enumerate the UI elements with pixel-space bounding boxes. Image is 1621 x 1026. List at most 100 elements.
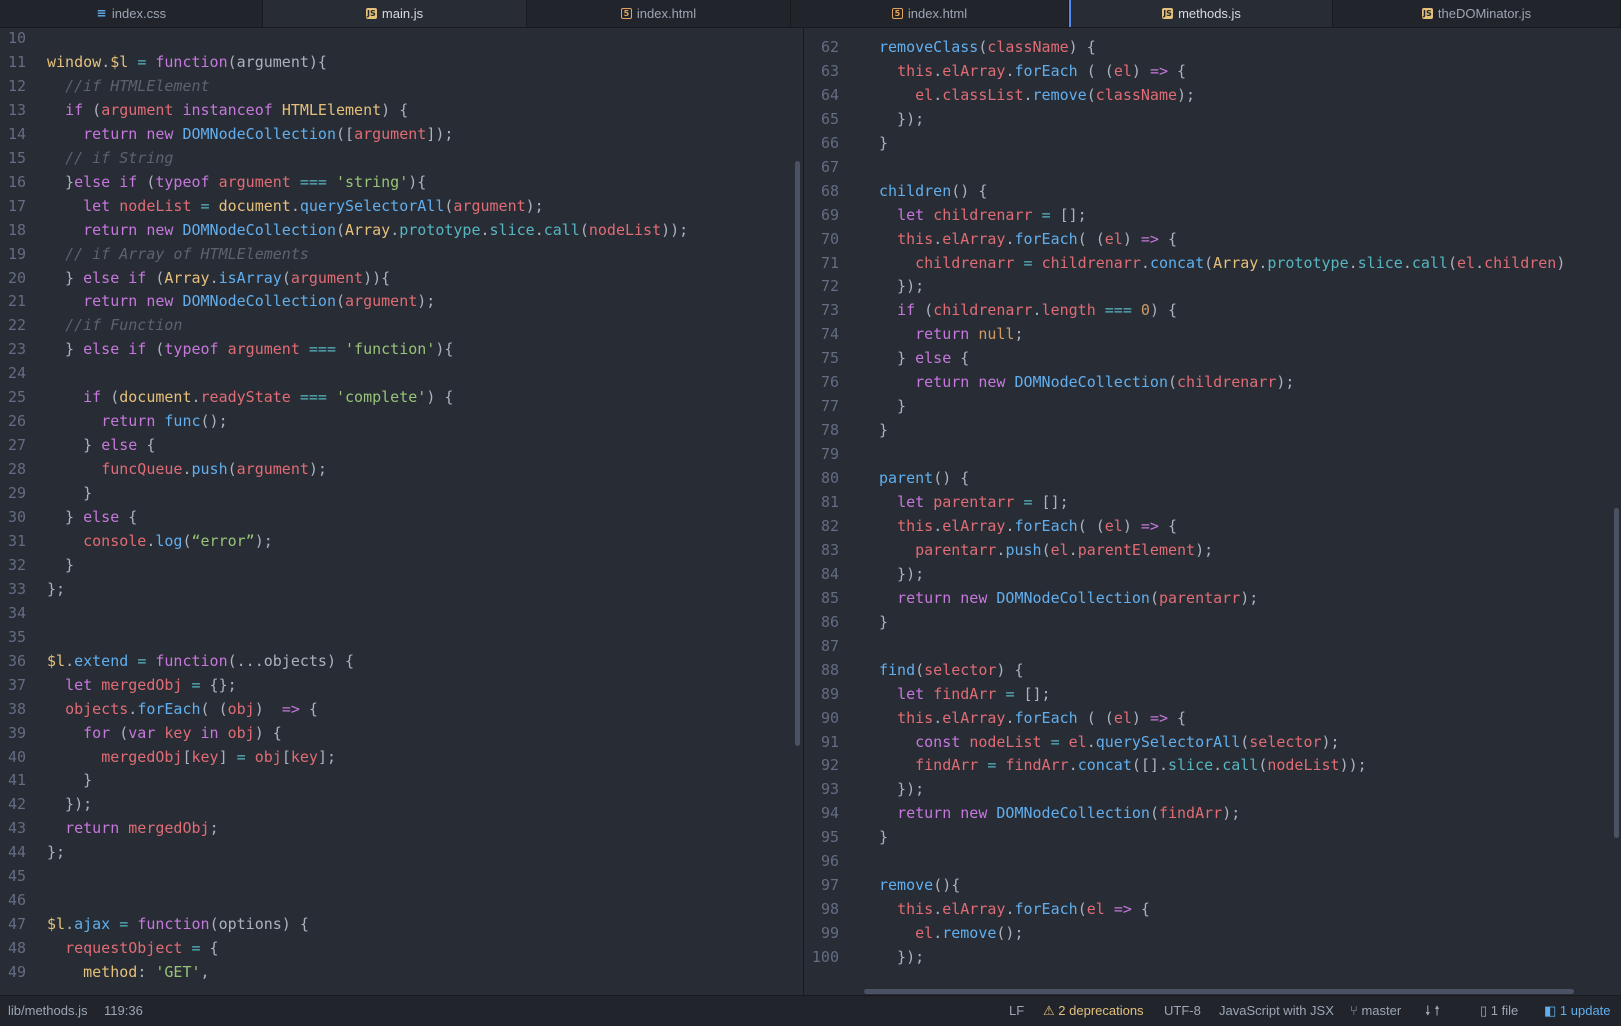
code-line[interactable]: 12 //if HTMLElement bbox=[0, 74, 210, 98]
code-line[interactable]: 49 method: 'GET', bbox=[0, 960, 210, 984]
vertical-scrollbar[interactable] bbox=[1614, 508, 1619, 838]
code-line[interactable]: 72 }); bbox=[804, 274, 924, 298]
code-line[interactable]: 62 removeClass(className) { bbox=[804, 35, 1096, 59]
code-line[interactable]: 30 } else { bbox=[0, 505, 137, 529]
code-line[interactable]: 100 }); bbox=[804, 945, 924, 969]
code-line[interactable]: 85 return new DOMNodeCollection(parentar… bbox=[804, 586, 1258, 610]
code-line[interactable]: 83 parentarr.push(el.parentElement); bbox=[804, 538, 1213, 562]
code-line[interactable]: 65 }); bbox=[804, 107, 924, 131]
code-line[interactable]: 84 }); bbox=[804, 562, 924, 586]
code-line[interactable]: 33}; bbox=[0, 577, 65, 601]
code-line[interactable]: 26 return func(); bbox=[0, 409, 228, 433]
fetch-controls[interactable]: 🠗 🠕 bbox=[1425, 996, 1440, 1026]
line-ending[interactable]: LF bbox=[1009, 996, 1024, 1026]
code-line[interactable]: 17 let nodeList = document.querySelector… bbox=[0, 194, 544, 218]
code-line[interactable]: 22 //if Function bbox=[0, 313, 183, 337]
code-line[interactable]: 46 bbox=[0, 888, 47, 912]
code-line[interactable]: 32 } bbox=[0, 553, 74, 577]
horizontal-scrollbar[interactable] bbox=[864, 989, 1574, 994]
changed-files[interactable]: ▯ 1 file bbox=[1480, 996, 1518, 1026]
code-line[interactable]: 75 } else { bbox=[804, 346, 969, 370]
code-line[interactable]: 38 objects.forEach( (obj) => { bbox=[0, 697, 318, 721]
code-line[interactable]: 42 }); bbox=[0, 792, 92, 816]
code-line[interactable]: 74 return null; bbox=[804, 322, 1024, 346]
code-line[interactable]: 45 bbox=[0, 864, 47, 888]
git-branch[interactable]: ⑂ master bbox=[1350, 996, 1401, 1026]
code-line[interactable]: 37 let mergedObj = {}; bbox=[0, 673, 237, 697]
grammar[interactable]: JavaScript with JSX bbox=[1219, 996, 1334, 1026]
code-line[interactable]: 36 $l.extend = function(...objects) { bbox=[0, 649, 354, 673]
code-line[interactable]: 91 const nodeList = el.querySelectorAll(… bbox=[804, 730, 1340, 754]
code-line[interactable]: 93 }); bbox=[804, 777, 924, 801]
code-line[interactable]: 96 bbox=[804, 849, 879, 873]
vertical-scrollbar[interactable] bbox=[795, 161, 800, 746]
code-line[interactable]: 19 // if Array of HTMLElements bbox=[0, 242, 309, 266]
code-line[interactable]: 66} bbox=[804, 131, 888, 155]
code-line[interactable]: 86} bbox=[804, 610, 888, 634]
code-line[interactable]: 31 console.log(“error”); bbox=[0, 529, 273, 553]
editor-pane-right[interactable]: 61 62 removeClass(className) {63 this.elAr… bbox=[804, 28, 1621, 995]
code-line[interactable]: 29 } bbox=[0, 481, 92, 505]
code-line[interactable]: 63 this.elArray.forEach ( (el) => { bbox=[804, 59, 1186, 83]
code-line[interactable]: 40 mergedObj[key] = obj[key]; bbox=[0, 745, 336, 769]
code-line[interactable]: 34 bbox=[0, 601, 47, 625]
code-line[interactable]: 90 this.elArray.forEach ( (el) => { bbox=[804, 706, 1186, 730]
tab-index-css[interactable]: ≡ index.css bbox=[0, 0, 263, 27]
code-line[interactable]: 16 }else if (typeof argument === 'string… bbox=[0, 170, 426, 194]
code-line[interactable]: 87 bbox=[804, 634, 879, 658]
code-line[interactable]: 14 return new DOMNodeCollection([argumen… bbox=[0, 122, 453, 146]
code-line[interactable]: 78} bbox=[804, 418, 888, 442]
code-line[interactable]: 67 bbox=[804, 155, 879, 179]
cursor-position[interactable]: 119:36 bbox=[104, 996, 143, 1026]
code-line[interactable]: 43 return mergedObj; bbox=[0, 816, 219, 840]
code-line[interactable]: 13 if (argument instanceof HTMLElement) … bbox=[0, 98, 408, 122]
code-line[interactable]: 20 } else if (Array.isArray(argument)){ bbox=[0, 266, 390, 290]
code-line[interactable]: 15 // if String bbox=[0, 146, 174, 170]
file-path[interactable]: lib/methods.js bbox=[8, 996, 87, 1026]
code-line[interactable]: 25 if (document.readyState === 'complete… bbox=[0, 385, 453, 409]
deprecation-status[interactable]: ⚠ 2 deprecations bbox=[1043, 996, 1144, 1026]
code-line[interactable]: 92 findArr = findArr.concat([].slice.cal… bbox=[804, 753, 1367, 777]
editor-pane-left[interactable]: 10 11 window.$l = function(argument){12 //… bbox=[0, 28, 804, 995]
code-line[interactable]: 77 } bbox=[804, 394, 906, 418]
code-line[interactable]: 35 bbox=[0, 625, 47, 649]
code-line[interactable]: 48 requestObject = { bbox=[0, 936, 219, 960]
code-line[interactable]: 80 parent() { bbox=[804, 466, 969, 490]
code-line[interactable]: 21 return new DOMNodeCollection(argument… bbox=[0, 289, 435, 313]
code-line[interactable]: 39 for (var key in obj) { bbox=[0, 721, 282, 745]
arrow-down-icon[interactable]: 🠗 bbox=[1425, 1003, 1431, 1018]
code-line[interactable]: 71 childrenarr = childrenarr.concat(Arra… bbox=[804, 251, 1565, 275]
code-line[interactable]: 61 bbox=[804, 28, 879, 35]
code-line[interactable]: 11 window.$l = function(argument){ bbox=[0, 50, 327, 74]
arrow-up-icon[interactable]: 🠕 bbox=[1434, 1003, 1440, 1018]
code-line[interactable]: 73 if (childrenarr.length === 0) { bbox=[804, 298, 1177, 322]
code-line[interactable]: 64 el.classList.remove(className); bbox=[804, 83, 1195, 107]
code-line[interactable]: 97 remove(){ bbox=[804, 873, 960, 897]
code-line[interactable]: 41 } bbox=[0, 768, 92, 792]
code-line[interactable]: 69 let childrenarr = []; bbox=[804, 203, 1087, 227]
tab-index-html-2[interactable]: 5 index.html bbox=[791, 0, 1069, 27]
code-line[interactable]: 28 funcQueue.push(argument); bbox=[0, 457, 327, 481]
tab-main-js[interactable]: JS main.js bbox=[263, 0, 527, 27]
code-line[interactable]: 18 return new DOMNodeCollection(Array.pr… bbox=[0, 218, 688, 242]
code-line[interactable]: 70 this.elArray.forEach( (el) => { bbox=[804, 227, 1177, 251]
code-line[interactable]: 76 return new DOMNodeCollection(children… bbox=[804, 370, 1295, 394]
code-line[interactable]: 89 let findArr = []; bbox=[804, 682, 1051, 706]
code-line[interactable]: 79 bbox=[804, 442, 879, 466]
code-line[interactable]: 24 bbox=[0, 361, 47, 385]
code-line[interactable]: 10 bbox=[0, 28, 47, 50]
code-line[interactable]: 99 el.remove(); bbox=[804, 921, 1024, 945]
code-line[interactable]: 47 $l.ajax = function(options) { bbox=[0, 912, 309, 936]
update-notice[interactable]: ◧ 1 update bbox=[1544, 996, 1611, 1026]
code-line[interactable]: 88 find(selector) { bbox=[804, 658, 1024, 682]
code-line[interactable]: 95} bbox=[804, 825, 888, 849]
code-line[interactable]: 23 } else if (typeof argument === 'funct… bbox=[0, 337, 453, 361]
code-line[interactable]: 98 this.elArray.forEach(el => { bbox=[804, 897, 1150, 921]
tab-methods-js[interactable]: JS methods.js bbox=[1069, 0, 1333, 27]
code-line[interactable]: 94 return new DOMNodeCollection(findArr)… bbox=[804, 801, 1240, 825]
tab-thedominator-js[interactable]: JS theDOMinator.js bbox=[1333, 0, 1621, 27]
tab-index-html[interactable]: 5 index.html bbox=[527, 0, 791, 27]
code-line[interactable]: 27 } else { bbox=[0, 433, 155, 457]
code-line[interactable]: 82 this.elArray.forEach( (el) => { bbox=[804, 514, 1177, 538]
code-line[interactable]: 68 children() { bbox=[804, 179, 987, 203]
